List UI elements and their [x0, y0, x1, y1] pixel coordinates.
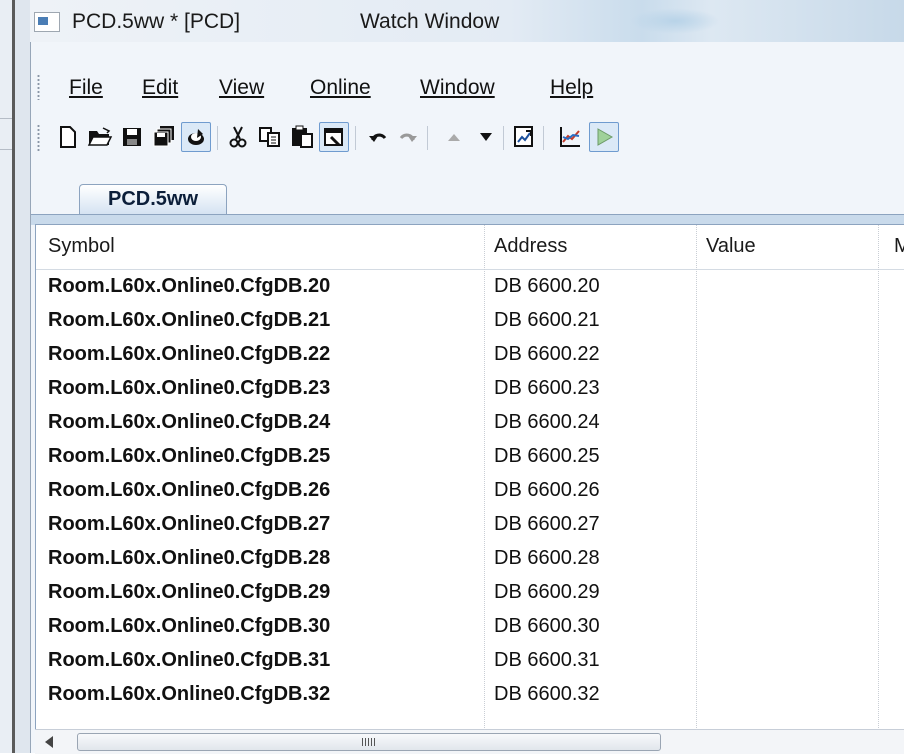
symbol-cell[interactable]: Room.L60x.Online0.CfgDB.25 — [48, 445, 330, 468]
symbol-cell[interactable]: Room.L60x.Online0.CfgDB.29 — [48, 581, 330, 604]
title-bar-decoration — [630, 8, 720, 34]
table-row[interactable]: Room.L60x.Online0.CfgDB.32 DB 6600.32 — [36, 679, 904, 713]
trend-chart-icon[interactable] — [555, 122, 585, 152]
table-row[interactable]: Room.L60x.Online0.CfgDB.25 DB 6600.25 — [36, 441, 904, 475]
menu-online[interactable]: Online — [310, 76, 371, 100]
column-header-value[interactable]: Value — [706, 235, 756, 258]
save-icon[interactable] — [117, 122, 147, 152]
column-header-m[interactable]: M — [894, 235, 904, 258]
toolbar-separator — [217, 126, 218, 150]
address-cell[interactable]: DB 6600.24 — [494, 411, 600, 434]
table-row[interactable]: Room.L60x.Online0.CfgDB.27 DB 6600.27 — [36, 509, 904, 543]
symbol-cell[interactable]: Room.L60x.Online0.CfgDB.30 — [48, 615, 330, 638]
properties-icon[interactable] — [319, 122, 349, 152]
save-as-icon[interactable] — [181, 122, 211, 152]
table-row[interactable]: Room.L60x.Online0.CfgDB.21 DB 6600.21 — [36, 305, 904, 339]
go-online-icon[interactable] — [589, 122, 619, 152]
menu-help-label: Help — [550, 76, 594, 99]
toolbar-separator — [427, 126, 428, 150]
toolbar — [31, 118, 904, 158]
table-row[interactable]: Room.L60x.Online0.CfgDB.29 DB 6600.29 — [36, 577, 904, 611]
menu-view-label: View — [219, 76, 265, 99]
symbol-cell[interactable]: Room.L60x.Online0.CfgDB.22 — [48, 343, 330, 366]
undo-icon[interactable] — [363, 122, 393, 152]
grid-header: Symbol Address Value M — [36, 225, 904, 270]
tab-pcd5ww[interactable]: PCD.5ww — [79, 184, 227, 214]
watch-grid: Symbol Address Value M Room.L60x.Online0… — [35, 224, 904, 730]
symbol-cell[interactable]: Room.L60x.Online0.CfgDB.26 — [48, 479, 330, 502]
address-cell[interactable]: DB 6600.22 — [494, 343, 600, 366]
address-cell[interactable]: DB 6600.20 — [494, 275, 600, 298]
table-row[interactable]: Room.L60x.Online0.CfgDB.28 DB 6600.28 — [36, 543, 904, 577]
table-row[interactable]: Room.L60x.Online0.CfgDB.24 DB 6600.24 — [36, 407, 904, 441]
symbol-cell[interactable]: Room.L60x.Online0.CfgDB.24 — [48, 411, 330, 434]
new-file-icon[interactable] — [53, 122, 83, 152]
toolbar-separator — [543, 126, 544, 150]
menu-online-label: Online — [310, 76, 371, 99]
app-icon[interactable] — [34, 12, 60, 32]
address-cell[interactable]: DB 6600.29 — [494, 581, 600, 604]
symbol-cell[interactable]: Room.L60x.Online0.CfgDB.28 — [48, 547, 330, 570]
window-title: Watch Window — [360, 10, 500, 33]
table-row[interactable]: Room.L60x.Online0.CfgDB.30 DB 6600.30 — [36, 611, 904, 645]
menu-window-label: Window — [420, 76, 495, 99]
cut-icon[interactable] — [223, 122, 253, 152]
column-header-address[interactable]: Address — [494, 235, 567, 258]
symbol-cell[interactable]: Room.L60x.Online0.CfgDB.20 — [48, 275, 330, 298]
menu-bar: File Edit View Online Window Help — [31, 60, 904, 100]
address-cell[interactable]: DB 6600.31 — [494, 649, 600, 672]
paste-icon[interactable] — [287, 122, 317, 152]
symbol-cell[interactable]: Room.L60x.Online0.CfgDB.31 — [48, 649, 330, 672]
table-row[interactable]: Room.L60x.Online0.CfgDB.23 DB 6600.23 — [36, 373, 904, 407]
move-up-icon[interactable] — [439, 122, 469, 152]
toolbar-separator — [355, 126, 356, 150]
menu-grip[interactable] — [37, 74, 40, 100]
address-cell[interactable]: DB 6600.32 — [494, 683, 600, 706]
window-left-edge — [0, 0, 30, 753]
main-frame: File Edit View Online Window Help PCD.5w… — [30, 42, 904, 754]
menu-file-label: File — [69, 76, 103, 99]
menu-view[interactable]: View — [219, 76, 264, 100]
table-row[interactable]: Room.L60x.Online0.CfgDB.20 DB 6600.20 — [36, 271, 904, 305]
menu-help[interactable]: Help — [550, 76, 593, 100]
address-cell[interactable]: DB 6600.26 — [494, 479, 600, 502]
scroll-left-icon[interactable] — [45, 736, 53, 748]
menu-window[interactable]: Window — [420, 76, 495, 100]
table-row[interactable]: Room.L60x.Online0.CfgDB.22 DB 6600.22 — [36, 339, 904, 373]
address-cell[interactable]: DB 6600.25 — [494, 445, 600, 468]
address-cell[interactable]: DB 6600.21 — [494, 309, 600, 332]
address-cell[interactable]: DB 6600.28 — [494, 547, 600, 570]
document-title: PCD.5ww * [PCD] — [72, 10, 241, 33]
toolbar-separator — [503, 126, 504, 150]
address-cell[interactable]: DB 6600.30 — [494, 615, 600, 638]
address-cell[interactable]: DB 6600.27 — [494, 513, 600, 536]
copy-icon[interactable] — [255, 122, 285, 152]
menu-edit-label: Edit — [142, 76, 179, 99]
save-all-icon[interactable] — [149, 122, 179, 152]
menu-file[interactable]: File — [69, 76, 103, 100]
horizontal-scrollbar[interactable] — [35, 729, 904, 754]
address-cell[interactable]: DB 6600.23 — [494, 377, 600, 400]
move-down-icon[interactable] — [471, 122, 501, 152]
symbol-cell[interactable]: Room.L60x.Online0.CfgDB.21 — [48, 309, 330, 332]
watch-icon[interactable] — [509, 122, 539, 152]
symbol-cell[interactable]: Room.L60x.Online0.CfgDB.27 — [48, 513, 330, 536]
redo-icon[interactable] — [393, 122, 423, 152]
menu-edit[interactable]: Edit — [142, 76, 178, 100]
table-row[interactable]: Room.L60x.Online0.CfgDB.31 DB 6600.31 — [36, 645, 904, 679]
table-row[interactable]: Room.L60x.Online0.CfgDB.26 DB 6600.26 — [36, 475, 904, 509]
toolbar-grip[interactable] — [37, 124, 40, 152]
symbol-cell[interactable]: Room.L60x.Online0.CfgDB.32 — [48, 683, 330, 706]
symbol-cell[interactable]: Room.L60x.Online0.CfgDB.23 — [48, 377, 330, 400]
title-bar: PCD.5ww * [PCD] Watch Window — [30, 0, 904, 42]
edge-notch — [0, 118, 12, 150]
scrollbar-thumb[interactable] — [77, 733, 661, 751]
column-header-symbol[interactable]: Symbol — [48, 235, 115, 258]
open-folder-icon[interactable] — [85, 122, 115, 152]
